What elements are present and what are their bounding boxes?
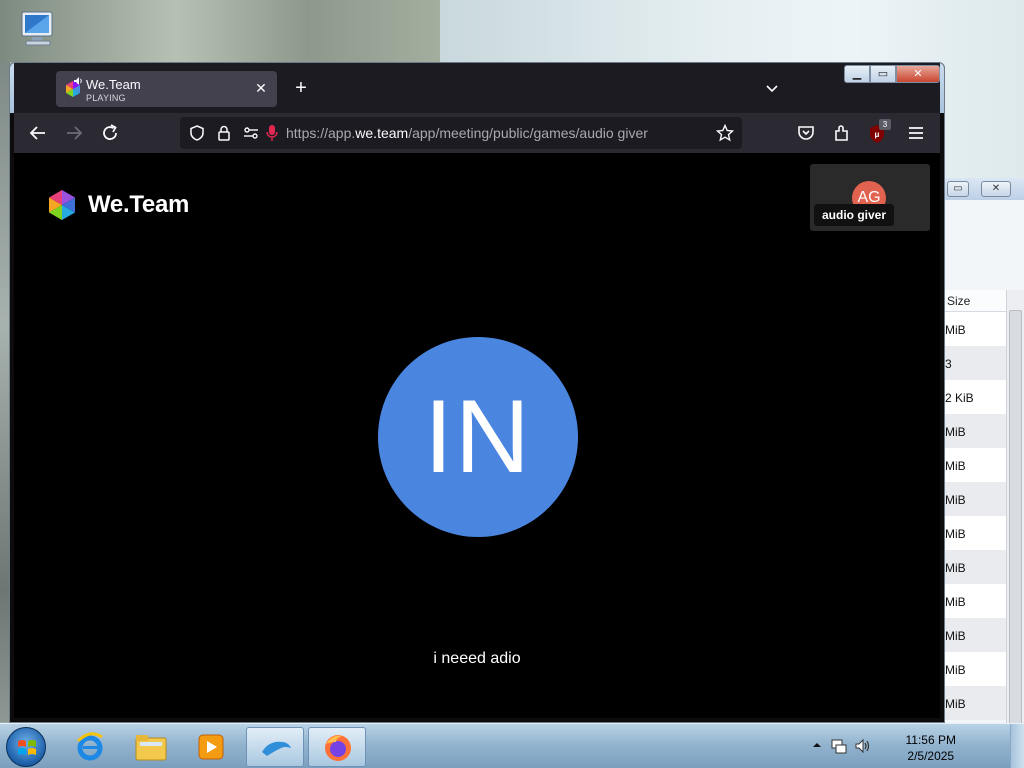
participant-name: audio giver [814,204,895,226]
forward-arrow-icon[interactable] [62,121,86,145]
pocket-icon[interactable] [794,121,818,145]
windows-logo-icon [18,740,36,755]
system-tray: 11:56 PM 2/5/2025 [810,724,980,768]
caption-text: i neeed adio [433,650,521,667]
speaker-playing-icon[interactable] [73,76,83,86]
list-item[interactable]: MiB [945,482,1006,516]
background-explorer-window[interactable]: ▭ ✕ Size MiB 3 2 KiB MiB MiB MiB MiB MiB… [944,178,1024,768]
tab-weteam[interactable]: We.Team PLAYING ✕ [56,71,277,107]
list-item[interactable]: MiB [945,550,1006,584]
clock-date: 2/5/2025 [907,749,955,763]
vertical-scrollbar[interactable] [1006,290,1024,768]
url-domain: we.team [355,125,409,141]
column-header-size[interactable]: Size [945,290,1006,312]
firefox-window: We.Team PLAYING ✕ + ▁ ▭ ✕ https://app.we… [9,62,945,723]
navigation-toolbar: https://app.we.team/app/meeting/public/g… [14,113,940,153]
window-controls: ▁ ▭ ✕ [844,65,940,83]
extension-badge: 3 [879,119,891,130]
scrollbar-thumb[interactable] [1009,310,1022,768]
volume-icon[interactable] [854,737,872,755]
microphone-icon[interactable] [264,124,280,142]
list-item[interactable]: MiB [945,448,1006,482]
url-text[interactable]: https://app.we.team/app/meeting/public/g… [286,125,648,141]
file-list: MiB 3 2 KiB MiB MiB MiB MiB MiB MiB MiB … [945,312,1006,720]
dolphin-icon [262,741,291,756]
list-item[interactable]: MiB [945,414,1006,448]
chevron-down-icon[interactable] [762,78,782,98]
desktop-wallpaper [0,0,440,62]
url-prefix: https://app. [286,125,356,141]
close-button[interactable]: ✕ [896,65,940,83]
extensions-puzzle-icon[interactable] [830,121,854,145]
maximize-button[interactable]: ▭ [947,181,969,197]
clock-time: 11:56 PM [905,733,956,747]
list-item[interactable]: MiB [945,516,1006,550]
ublock-extension-button[interactable]: μ 3 [866,119,892,146]
taskbar-firefox[interactable] [308,727,366,767]
media-player-icon [198,734,224,760]
background-window-titlebar[interactable]: ▭ ✕ [945,178,1024,200]
url-path: /app/meeting/public/games/audio giver [408,125,648,141]
taskbar-explorer[interactable] [122,727,180,767]
permissions-icon[interactable] [242,124,260,142]
list-item[interactable]: 3 [945,346,1006,380]
new-tab-button[interactable]: + [290,77,312,99]
list-item[interactable]: MiB [945,652,1006,686]
list-item[interactable]: MiB [945,584,1006,618]
taskbar-dolphin[interactable] [246,727,304,767]
tab-title: We.Team [86,77,141,92]
close-button[interactable]: ✕ [981,181,1011,197]
url-bar[interactable]: https://app.we.team/app/meeting/public/g… [180,117,742,149]
page-content: We.Team AG audio giver IN i neeed adio [14,153,940,718]
hamburger-menu-icon[interactable] [904,121,928,145]
network-icon[interactable] [830,737,848,755]
start-button[interactable] [6,727,46,767]
maximize-button[interactable]: ▭ [870,65,896,83]
show-desktop-button[interactable] [1010,724,1024,768]
back-arrow-icon[interactable] [26,121,50,145]
tab-close-icon[interactable]: ✕ [253,80,269,96]
svg-text:μ: μ [875,130,880,139]
reload-icon[interactable] [98,121,122,145]
tab-status: PLAYING [86,93,126,103]
list-item[interactable]: MiB [945,312,1006,346]
main-speaker-avatar: IN [378,337,578,537]
participant-tile[interactable]: AG audio giver [810,164,930,231]
bookmark-star-icon[interactable] [716,124,734,142]
tab-strip: We.Team PLAYING ✕ + [14,63,940,113]
minimize-button[interactable]: ▁ [844,65,870,83]
list-item[interactable]: MiB [945,686,1006,720]
list-item[interactable]: 2 KiB [945,380,1006,414]
taskbar-ie[interactable] [62,727,120,767]
chevron-up-icon[interactable] [812,740,822,750]
list-item[interactable]: MiB [945,618,1006,652]
lock-icon[interactable] [215,124,233,142]
internet-explorer-icon [76,732,103,761]
taskbar-media-player[interactable] [182,727,240,767]
weteam-logo-icon [49,190,75,220]
brand-name: We.Team [88,191,190,218]
folder-icon [135,735,167,761]
shield-icon[interactable] [188,124,206,142]
computer-icon[interactable] [16,10,60,50]
firefox-icon [325,735,351,761]
clock[interactable]: 11:56 PM 2/5/2025 [906,732,956,764]
taskbar: 11:56 PM 2/5/2025 [0,723,1024,768]
